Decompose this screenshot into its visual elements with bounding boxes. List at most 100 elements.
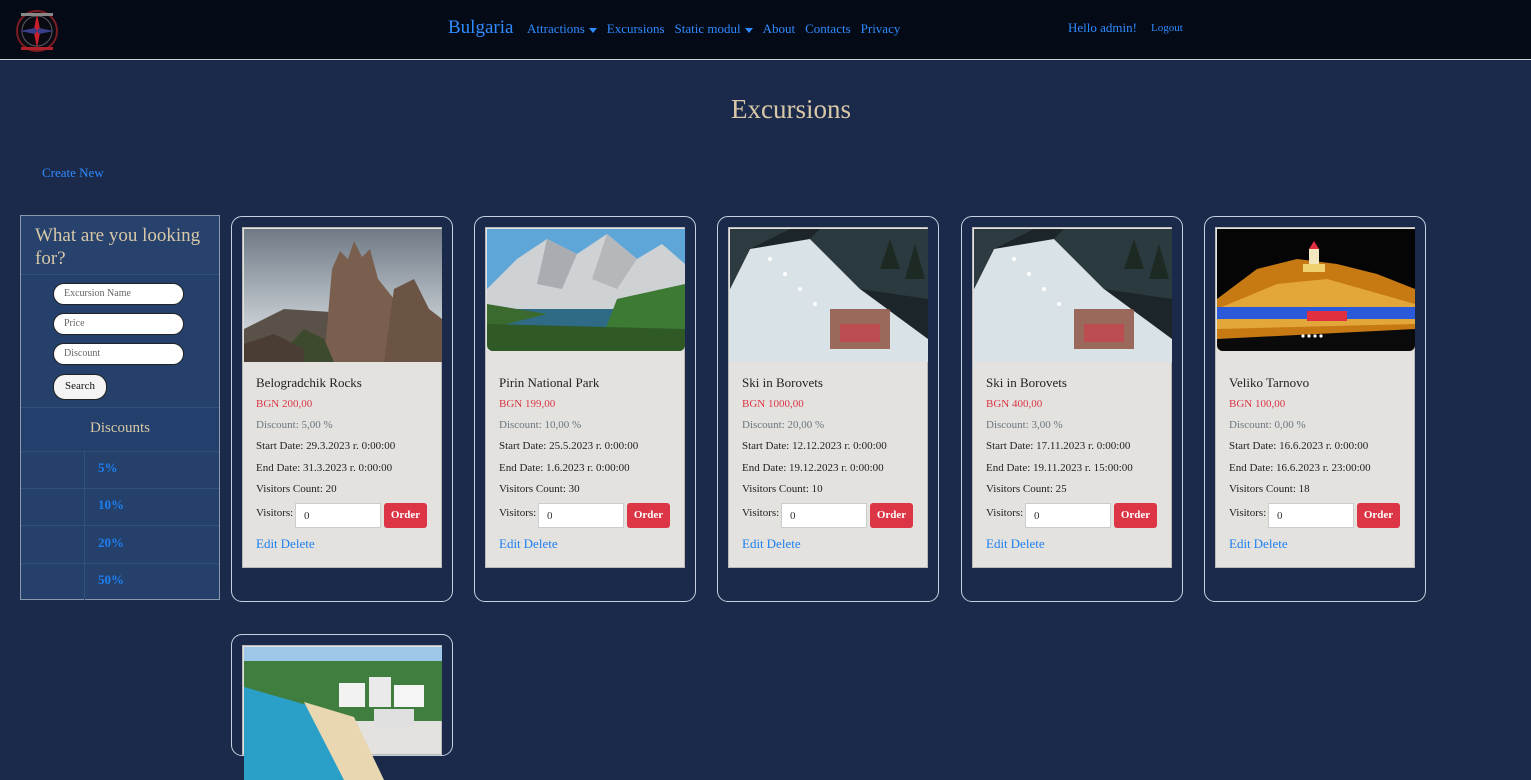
card-actions: Edit Delete — [742, 536, 804, 552]
excursion-discount: Discount: 0,00 % — [1229, 419, 1306, 431]
ski-night-image — [974, 229, 1172, 362]
visitors-input[interactable]: 0 — [538, 503, 624, 528]
excursion-visitors-count: Visitors Count: 20 — [256, 483, 337, 495]
excursion-card-body: Veliko Tarnovo BGN 100,00 Discount: 0,00… — [1215, 227, 1415, 568]
visitors-input[interactable]: 0 — [781, 503, 867, 528]
main-nav: Attractions Excursions Static modul Abou… — [527, 21, 900, 37]
discount-filter-label: 20% — [98, 535, 124, 550]
delete-link[interactable]: Delete — [524, 536, 558, 551]
excursion-end-date: End Date: 31.3.2023 г. 0:00:00 — [256, 462, 393, 474]
discount-filter-50[interactable]: 50% — [21, 563, 219, 600]
nav-excursions-label: Excursions — [606, 21, 665, 36]
excursion-price: BGN 400,00 — [986, 398, 1043, 410]
excursion-name: Pirin National Park — [499, 375, 600, 390]
excursion-start-date: Start Date: 29.3.2023 г. 0:00:00 — [256, 440, 396, 452]
excursion-card — [231, 634, 453, 780]
navbar: Bulgaria Attractions Excursions Static m… — [0, 0, 1531, 60]
discount-filter-label: 10% — [98, 497, 124, 512]
discount-filter-label: 5% — [98, 460, 118, 475]
visitors-input[interactable]: 0 — [1268, 503, 1354, 528]
discount-filter-5[interactable]: 5% — [21, 451, 219, 489]
nav-contacts[interactable]: Contacts — [805, 21, 851, 37]
excursion-price: BGN 200,00 — [256, 398, 313, 410]
visitors-label: Visitors: — [742, 507, 780, 519]
discounts-heading: Discounts — [21, 407, 219, 452]
excursion-start-date: Start Date: 12.12.2023 г. 0:00:00 — [742, 440, 887, 452]
nav-static-modul[interactable]: Static modul — [675, 21, 753, 37]
edit-link[interactable]: Edit — [499, 536, 521, 551]
excursion-card-body: Pirin National Park BGN 199,00 Discount:… — [485, 227, 685, 568]
user-greeting[interactable]: Hello admin! — [1068, 20, 1137, 36]
create-new-link[interactable]: Create New — [42, 165, 104, 181]
nav-about-label: About — [762, 21, 796, 36]
nav-about[interactable]: About — [763, 21, 796, 37]
excursion-image-beach — [244, 647, 442, 780]
nav-static-modul-label: Static modul — [674, 21, 741, 36]
excursion-discount: Discount: 20,00 % — [742, 419, 825, 431]
logout-button[interactable]: Logout — [1151, 22, 1183, 34]
delete-link[interactable]: Delete — [767, 536, 801, 551]
nav-excursions[interactable]: Excursions — [607, 21, 665, 37]
rocks-image — [244, 229, 442, 362]
edit-link[interactable]: Edit — [986, 536, 1008, 551]
divider — [84, 563, 85, 600]
discount-filter-label: 50% — [98, 572, 124, 587]
edit-link[interactable]: Edit — [256, 536, 278, 551]
page-title: Excursions — [731, 94, 851, 124]
excursion-card-body: Ski in Borovets BGN 1000,00 Discount: 20… — [728, 227, 928, 568]
visitors-input[interactable]: 0 — [1025, 503, 1111, 528]
card-actions: Edit Delete — [499, 536, 561, 552]
excursion-name: Belogradchik Rocks — [256, 375, 362, 390]
visitors-label: Visitors: — [986, 507, 1024, 519]
visitors-label: Visitors: — [499, 507, 537, 519]
card-actions: Edit Delete — [1229, 536, 1291, 552]
mountain-lake-image — [487, 229, 685, 351]
delete-link[interactable]: Delete — [281, 536, 315, 551]
excursion-name: Veliko Tarnovo — [1229, 375, 1310, 390]
nav-privacy[interactable]: Privacy — [861, 21, 901, 37]
excursion-card-body: Belogradchik Rocks BGN 200,00 Discount: … — [242, 227, 442, 568]
visitors-label: Visitors: — [256, 507, 294, 519]
chevron-down-icon — [744, 27, 753, 33]
excursion-name-input[interactable]: Excursion Name — [53, 283, 184, 305]
order-button[interactable]: Order — [870, 503, 913, 528]
discount-filter-10[interactable]: 10% — [21, 488, 219, 526]
excursion-card: Ski in Borovets BGN 400,00 Discount: 3,0… — [961, 216, 1183, 602]
excursion-image — [974, 229, 1172, 362]
order-button[interactable]: Order — [1114, 503, 1157, 528]
beach-resort-image — [244, 647, 442, 780]
excursion-image — [244, 229, 442, 362]
card-actions: Edit Delete — [256, 536, 318, 552]
delete-link[interactable]: Delete — [1011, 536, 1045, 551]
excursion-card: Pirin National Park BGN 199,00 Discount:… — [474, 216, 696, 602]
order-button[interactable]: Order — [384, 503, 427, 528]
excursion-discount: Discount: 10,00 % — [499, 419, 582, 431]
excursion-card-body — [242, 645, 442, 780]
order-button[interactable]: Order — [627, 503, 670, 528]
excursion-visitors-count: Visitors Count: 30 — [499, 483, 580, 495]
search-button[interactable]: Search — [53, 374, 107, 400]
excursion-visitors-count: Visitors Count: 10 — [742, 483, 823, 495]
excursion-card: Veliko Tarnovo BGN 100,00 Discount: 0,00… — [1204, 216, 1426, 602]
sidebar-title: What are you looking for? — [21, 216, 219, 275]
compass-logo-icon[interactable] — [14, 9, 60, 53]
price-input[interactable]: Price — [53, 313, 184, 335]
nav-attractions-label: Attractions — [527, 21, 585, 36]
fortress-lights-image — [1217, 229, 1415, 351]
edit-link[interactable]: Edit — [1229, 536, 1251, 551]
discount-input[interactable]: Discount — [53, 343, 184, 365]
excursion-price: BGN 100,00 — [1229, 398, 1286, 410]
excursion-visitors-count: Visitors Count: 18 — [1229, 483, 1310, 495]
excursion-image — [487, 229, 685, 351]
excursion-start-date: Start Date: 16.6.2023 г. 0:00:00 — [1229, 440, 1369, 452]
delete-link[interactable]: Delete — [1254, 536, 1288, 551]
visitors-input[interactable]: 0 — [295, 503, 381, 528]
excursion-discount: Discount: 3,00 % — [986, 419, 1063, 431]
brand-link[interactable]: Bulgaria — [448, 17, 513, 39]
nav-attractions[interactable]: Attractions — [527, 21, 597, 37]
edit-link[interactable]: Edit — [742, 536, 764, 551]
ski-night-image — [730, 229, 928, 362]
order-button[interactable]: Order — [1357, 503, 1400, 528]
excursion-name: Ski in Borovets — [986, 375, 1067, 390]
discount-filter-20[interactable]: 20% — [21, 526, 219, 564]
